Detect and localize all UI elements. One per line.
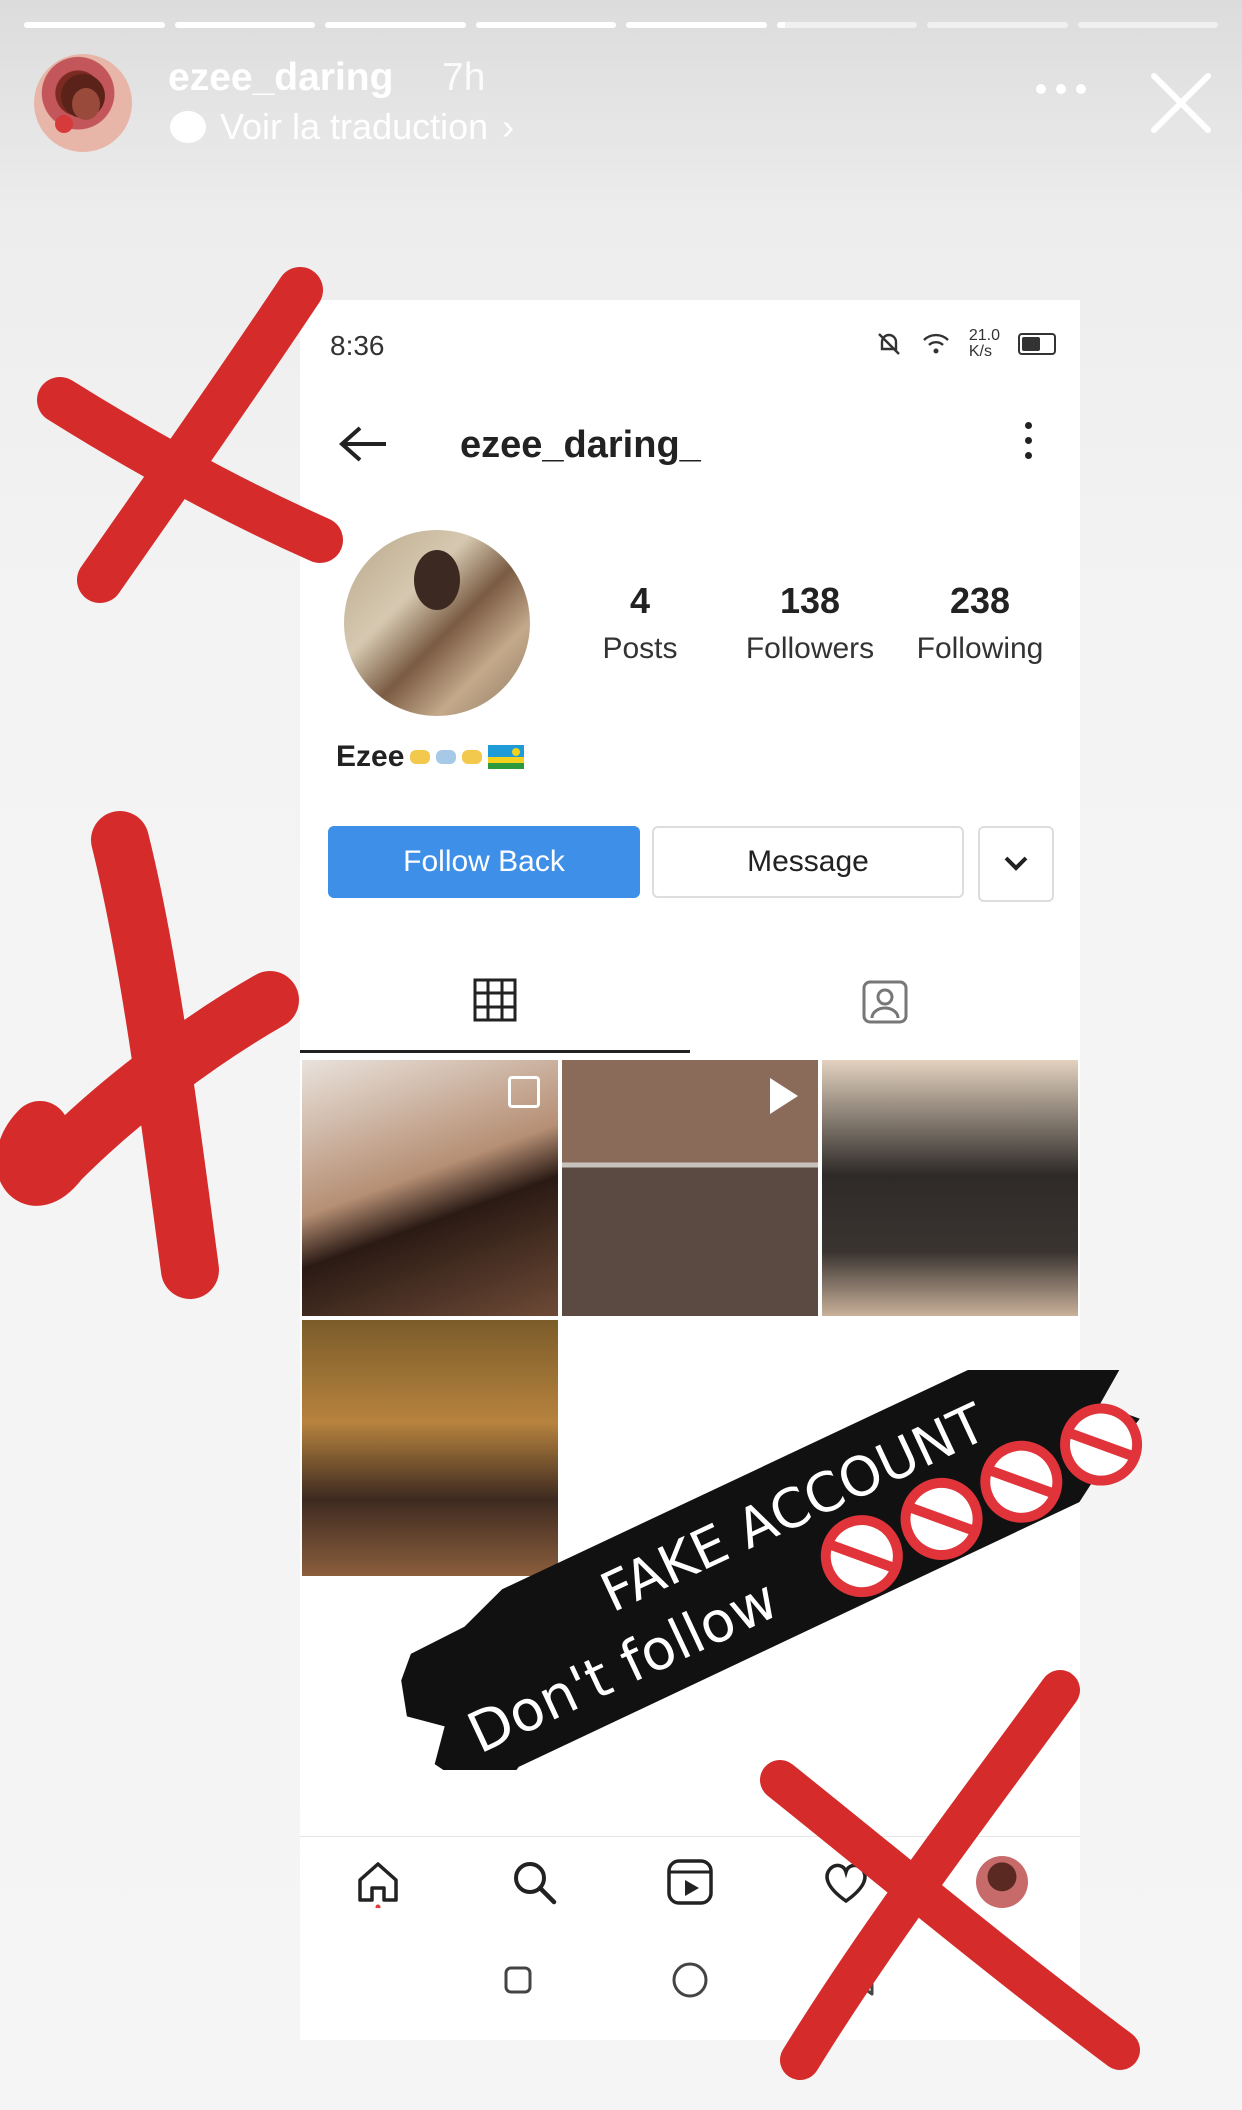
home-circle-icon[interactable] — [668, 1958, 712, 2002]
story-progress-segment — [174, 22, 315, 28]
posts-stat[interactable]: 4 Posts — [560, 580, 720, 666]
profile-tab-avatar[interactable] — [976, 1856, 1028, 1908]
story-progress-segment — [626, 22, 767, 28]
mute-bell-icon — [878, 333, 900, 355]
chevron-right-icon: › — [502, 106, 515, 147]
post-thumbnail[interactable] — [302, 1060, 558, 1316]
tab-posts-grid[interactable] — [300, 950, 690, 1053]
moon-emoji-icon — [436, 750, 457, 764]
heart-icon[interactable] — [820, 1856, 872, 1908]
avatar-illustration — [55, 74, 105, 133]
status-time: 8:36 — [330, 330, 385, 361]
story-progress-segment — [475, 22, 616, 28]
post-thumbnail[interactable] — [562, 1060, 818, 1316]
wifi-icon — [923, 333, 949, 354]
profile-screenshot: 8:36 21.0 K/s ezee_daring_ 4 Posts 138 F… — [300, 300, 1080, 2040]
story-progress-segment — [325, 22, 466, 28]
close-icon[interactable] — [1146, 68, 1216, 138]
story-progress-fill — [626, 22, 767, 28]
follow-back-button[interactable]: Follow Back — [328, 826, 640, 898]
story-progress-fill — [24, 22, 165, 28]
red-x-mark — [37, 267, 343, 603]
followers-label: Followers — [745, 632, 875, 665]
home-icon[interactable] — [352, 1856, 404, 1908]
profile-stats: 4 Posts 138 Followers 238 Following — [560, 580, 1060, 666]
story-progress-segment — [1077, 22, 1218, 28]
followers-stat[interactable]: 138 Followers — [730, 580, 890, 666]
dot-icon — [1036, 84, 1046, 94]
dot-icon — [1076, 84, 1086, 94]
more-options-button[interactable] — [1036, 84, 1086, 94]
following-count: 238 — [949, 580, 1011, 621]
story-avatar[interactable] — [34, 54, 132, 152]
play-icon — [770, 1078, 798, 1114]
back-triangle-icon[interactable] — [842, 1960, 882, 2000]
story-progress-fill — [776, 22, 785, 28]
recent-apps-icon[interactable] — [498, 1960, 538, 2000]
story-username[interactable]: ezee_daring — [168, 56, 393, 100]
speech-bubble-icon — [170, 111, 206, 143]
profile-bio: Ezee — [336, 740, 525, 774]
battery-icon — [1018, 333, 1056, 355]
dot-icon — [1056, 84, 1066, 94]
tab-tagged[interactable] — [690, 950, 1080, 1050]
sparkle-emoji-icon — [462, 750, 483, 764]
bio-name: Ezee — [336, 740, 405, 773]
see-translation-label: Voir la traduction — [220, 106, 489, 147]
see-translation-link[interactable]: Voir la traduction › — [170, 106, 514, 148]
reels-icon[interactable] — [664, 1856, 716, 1908]
bottom-navigation — [300, 1836, 1080, 1927]
story-progress-segment — [24, 22, 165, 28]
carousel-icon — [508, 1076, 540, 1108]
story-progress-bar — [24, 22, 1218, 28]
following-stat[interactable]: 238 Following — [900, 580, 1060, 666]
profile-username: ezee_daring_ — [460, 424, 701, 466]
story-progress-segment — [927, 22, 1068, 28]
suggested-accounts-button[interactable] — [978, 826, 1054, 902]
profile-options-button[interactable] — [1025, 422, 1032, 459]
profile-tabs — [300, 950, 1080, 1053]
profile-header: ezee_daring_ — [330, 410, 1070, 480]
star-emoji-icon — [410, 750, 431, 764]
story-progress-segment — [776, 22, 917, 28]
red-x-mark — [0, 811, 299, 1299]
message-button[interactable]: Message — [652, 826, 964, 898]
story-timestamp: 7h — [442, 56, 486, 99]
search-icon[interactable] — [508, 1856, 560, 1908]
status-icons: 21.0 K/s — [875, 328, 1056, 360]
chevron-down-icon — [1004, 856, 1028, 871]
profile-picture[interactable] — [344, 530, 530, 716]
posts-count: 4 — [629, 580, 651, 621]
back-arrow-icon[interactable] — [338, 424, 390, 464]
rwanda-flag-icon — [488, 745, 525, 769]
network-speed: 21.0 K/s — [968, 327, 1000, 360]
android-navigation-bar — [300, 1940, 1080, 2020]
fake-account-sticker: FAKE ACCOUNT Don't follow — [401, 1370, 1143, 1770]
story-progress-fill — [325, 22, 466, 28]
posts-label: Posts — [602, 632, 678, 665]
story-progress-fill — [174, 22, 315, 28]
followers-count: 138 — [779, 580, 841, 621]
following-label: Following — [916, 632, 1044, 665]
post-thumbnail[interactable] — [822, 1060, 1078, 1316]
tagged-user-icon — [862, 980, 908, 1024]
story-progress-fill — [475, 22, 616, 28]
grid-icon — [473, 978, 517, 1022]
